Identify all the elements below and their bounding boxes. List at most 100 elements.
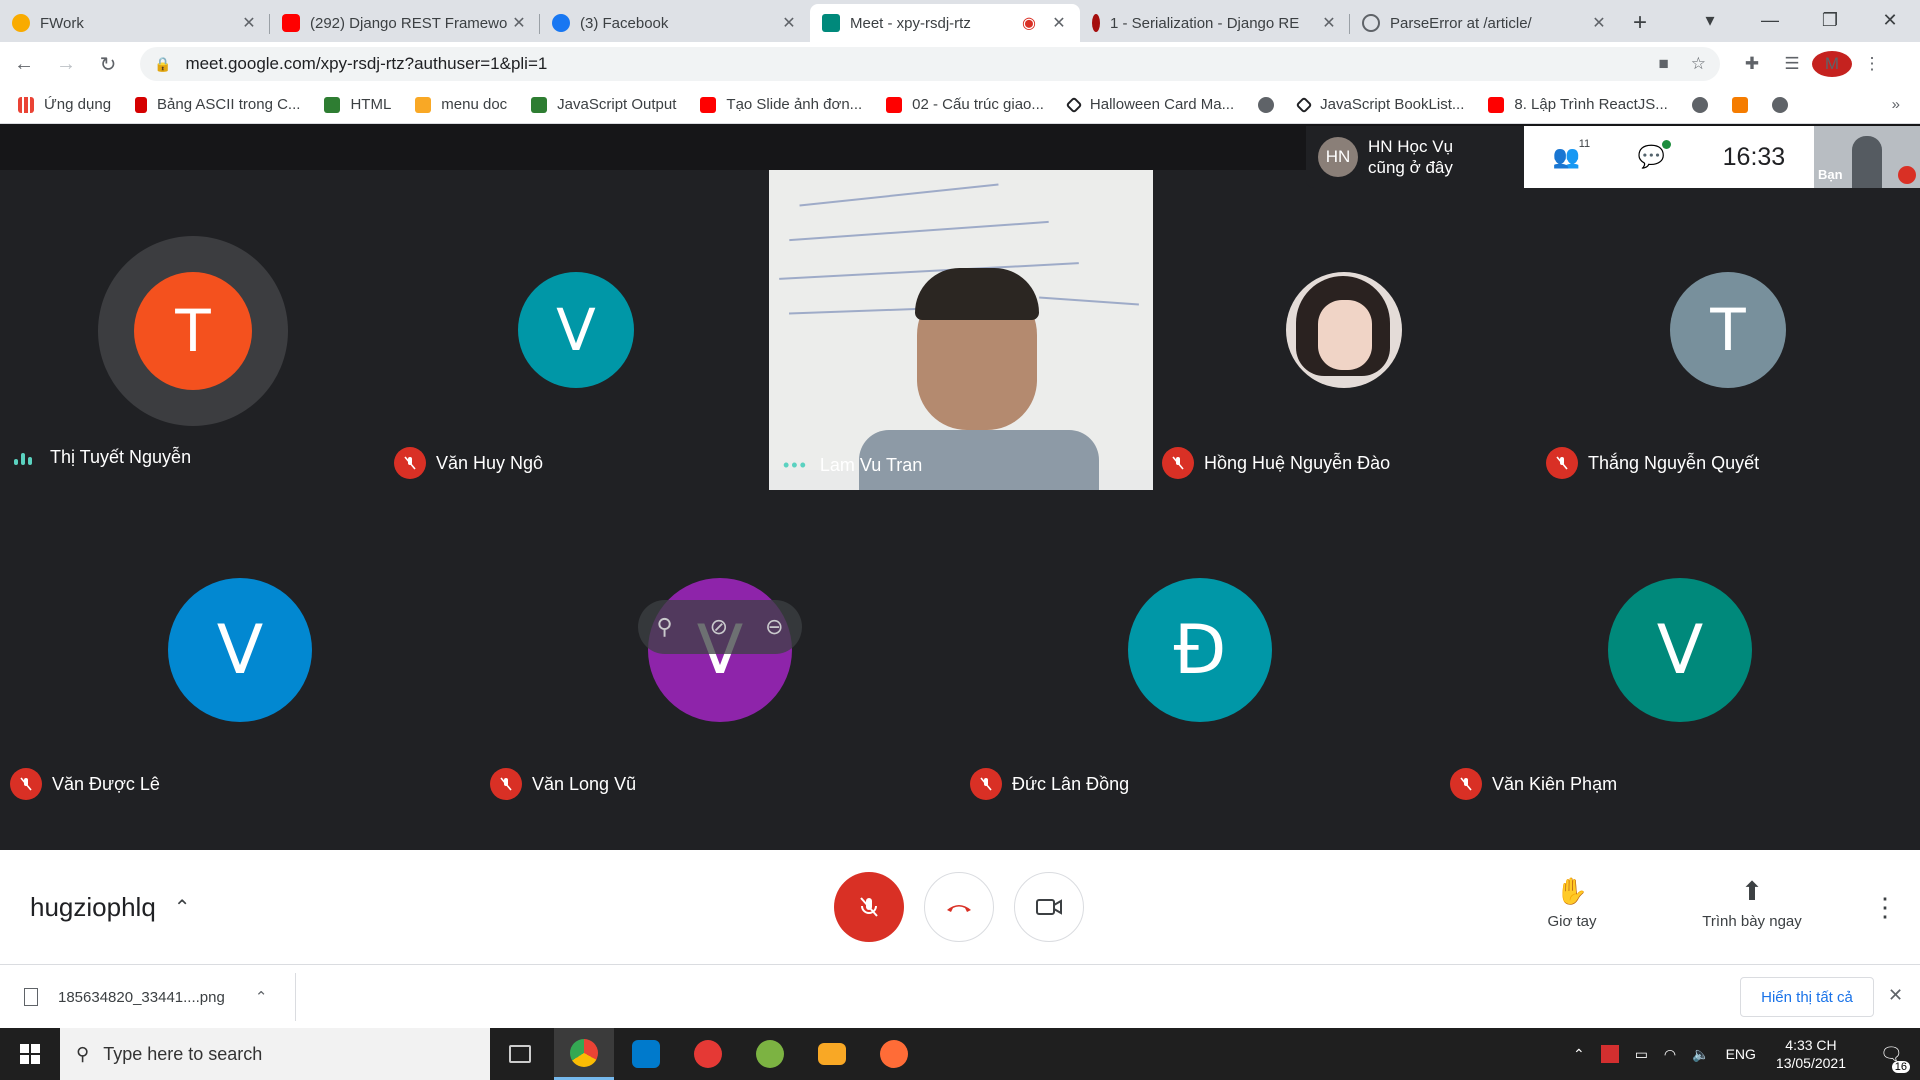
participant-name-tag: Thắng Nguyễn Quyết <box>1546 447 1759 479</box>
present-now-button[interactable]: ⬆ Trình bày ngay <box>1690 876 1814 930</box>
taskbar-app-garena[interactable] <box>678 1028 738 1080</box>
close-tab-icon[interactable]: ✕ <box>1590 13 1608 33</box>
download-item[interactable]: 185634820_33441....png ⌃ <box>24 965 267 1029</box>
avatar[interactable]: Đ <box>1128 578 1272 722</box>
avatar[interactable]: T <box>134 272 252 390</box>
bookmark-globe-3[interactable] <box>1771 96 1788 113</box>
bookmark-halloween[interactable]: Halloween Card Ma... <box>1065 96 1234 113</box>
reading-list-icon[interactable]: ☰ <box>1772 54 1812 74</box>
close-downloads-icon[interactable]: ✕ <box>1888 985 1903 1006</box>
close-tab-icon[interactable]: ✕ <box>1050 13 1068 33</box>
battery-icon[interactable]: ▭ <box>1635 1046 1648 1063</box>
toggle-camera-button[interactable] <box>1014 872 1084 942</box>
avatar[interactable] <box>1286 272 1402 388</box>
bookmark-star-icon[interactable]: ☆ <box>1691 54 1706 74</box>
new-tab-button[interactable]: + <box>1620 4 1660 42</box>
volume-icon[interactable]: 🔈 <box>1692 1046 1709 1063</box>
language-indicator[interactable]: ENG <box>1726 1046 1756 1062</box>
url-text[interactable]: meet.google.com/xpy-rsdj-rtz?authuser=1&… <box>185 54 1636 74</box>
globe-icon <box>1771 96 1788 113</box>
show-all-downloads-button[interactable]: Hiển thị tất cả <box>1740 977 1874 1017</box>
lock-icon[interactable]: 🔒 <box>154 56 171 73</box>
participant-name: Văn Long Vũ <box>532 773 637 794</box>
raise-hand-button[interactable]: ✋ Giơ tay <box>1536 876 1608 930</box>
orange-app-icon <box>1731 96 1748 113</box>
bookmark-globe-2[interactable] <box>1691 96 1708 113</box>
bookmark-label: Tạo Slide ảnh đơn... <box>726 96 863 113</box>
close-tab-icon[interactable]: ✕ <box>780 13 798 33</box>
whiteboard-writing <box>789 220 1049 242</box>
chrome-menu-icon[interactable]: ⋮ <box>1852 54 1892 74</box>
bookmark-ascii[interactable]: Bảng ASCII trong C... <box>135 96 300 113</box>
participant-name-tag: Văn Huy Ngô <box>394 447 543 479</box>
reload-icon[interactable]: ↻ <box>90 52 126 77</box>
toolbar-icons: ✚ ☰ M ⋮ <box>1732 51 1892 77</box>
meet-favicon-icon <box>822 14 840 32</box>
bookmark-globe-1[interactable] <box>1258 96 1275 113</box>
omnibox[interactable]: 🔒 meet.google.com/xpy-rsdj-rtz?authuser=… <box>140 47 1720 81</box>
windows-start-button[interactable] <box>0 1028 60 1080</box>
minimize-icon[interactable]: — <box>1740 10 1800 31</box>
whiteboard-writing <box>1039 296 1139 306</box>
extensions-icon[interactable]: ✚ <box>1732 54 1772 74</box>
self-view-tile[interactable]: Bạn <box>1814 126 1920 188</box>
tab-parseerror[interactable]: ParseError at /article/ ✕ <box>1350 4 1620 42</box>
notification-center-button[interactable]: 🗨 16 <box>1872 1044 1912 1073</box>
remove-participant-icon[interactable]: ⊖ <box>765 614 783 640</box>
bookmarks-overflow-icon[interactable]: » <box>1892 96 1900 113</box>
chevron-up-icon[interactable]: ⌃ <box>255 988 268 1006</box>
present-now-label: Trình bày ngay <box>1702 913 1802 930</box>
youtube-icon <box>886 96 903 113</box>
presenter-chip: HN HN Học Vụ cũng ở đây <box>1306 126 1524 188</box>
chevron-up-icon[interactable]: ⌃ <box>1573 1046 1585 1063</box>
bookmark-slide[interactable]: Tạo Slide ảnh đơn... <box>700 96 862 113</box>
task-view-button[interactable] <box>490 1028 550 1080</box>
tab-django-youtube[interactable]: (292) Django REST Framewo ✕ <box>270 4 540 42</box>
tab-meet[interactable]: Meet - xpy-rsdj-rtz ◉ ✕ <box>810 4 1080 42</box>
close-tab-icon[interactable]: ✕ <box>1320 13 1338 33</box>
notification-count: 16 <box>1891 1060 1910 1073</box>
back-icon[interactable]: ← <box>6 53 42 76</box>
forward-icon[interactable]: → <box>48 53 84 76</box>
leave-call-button[interactable] <box>924 872 994 942</box>
bookmark-menu-doc[interactable]: menu doc <box>415 96 507 113</box>
bookmark-cau-truc[interactable]: 02 - Cấu trúc giao... <box>886 96 1044 113</box>
tab-serialization[interactable]: 1 - Serialization - Django RE ✕ <box>1080 4 1350 42</box>
clock-button[interactable]: 4:33 CH 13/05/2021 <box>1776 1036 1846 1072</box>
video-tile-lam-vu-tran[interactable]: ••• Lam Vu Tran <box>769 170 1153 490</box>
chat-button[interactable]: 💬 <box>1638 140 1672 170</box>
mute-participant-icon[interactable]: ⊘ <box>710 614 728 640</box>
bookmark-reactjs[interactable]: 8. Lập Trình ReactJS... <box>1488 96 1668 113</box>
close-window-icon[interactable]: ✕ <box>1860 10 1920 31</box>
meeting-details-button[interactable]: hugziophlq ⌃ <box>30 892 191 923</box>
avatar[interactable]: V <box>168 578 312 722</box>
taskbar-app-file-explorer[interactable] <box>802 1028 862 1080</box>
taskbar-app-postman[interactable] <box>864 1028 924 1080</box>
tab-search-icon[interactable]: ▾ <box>1680 10 1740 31</box>
tab-facebook[interactable]: (3) Facebook ✕ <box>540 4 810 42</box>
bookmark-booklist[interactable]: JavaScript BookList... <box>1295 96 1464 113</box>
avatar[interactable]: V <box>518 272 634 388</box>
more-options-icon[interactable]: ⋮ <box>1872 892 1898 923</box>
pin-icon[interactable]: ⚲ <box>657 614 673 640</box>
taskbar-app-vscode[interactable] <box>616 1028 676 1080</box>
toggle-mic-button[interactable] <box>834 872 904 942</box>
antivirus-icon[interactable] <box>1600 1045 1619 1063</box>
bookmark-html[interactable]: HTML <box>324 96 391 113</box>
taskbar-app-coccoc[interactable] <box>740 1028 800 1080</box>
taskbar-search-box[interactable]: ⚲ Type here to search <box>60 1028 490 1080</box>
close-tab-icon[interactable]: ✕ <box>510 13 528 33</box>
bookmark-orange[interactable] <box>1731 96 1748 113</box>
wifi-icon[interactable]: ◠ <box>1664 1046 1676 1063</box>
taskbar-app-chrome[interactable] <box>554 1028 614 1080</box>
bookmark-apps[interactable]: Ứng dụng <box>18 96 111 113</box>
bookmark-js-output[interactable]: JavaScript Output <box>531 96 676 113</box>
avatar[interactable]: T <box>1670 272 1786 388</box>
close-tab-icon[interactable]: ✕ <box>240 13 258 33</box>
tab-fwork[interactable]: FWork ✕ <box>0 4 270 42</box>
camera-permission-icon[interactable]: ■ <box>1658 54 1668 74</box>
participants-button[interactable]: 👥 11 <box>1553 138 1590 170</box>
maximize-icon[interactable]: ❐ <box>1800 10 1860 31</box>
avatar[interactable]: V <box>1608 578 1752 722</box>
profile-button[interactable]: M <box>1812 51 1852 77</box>
